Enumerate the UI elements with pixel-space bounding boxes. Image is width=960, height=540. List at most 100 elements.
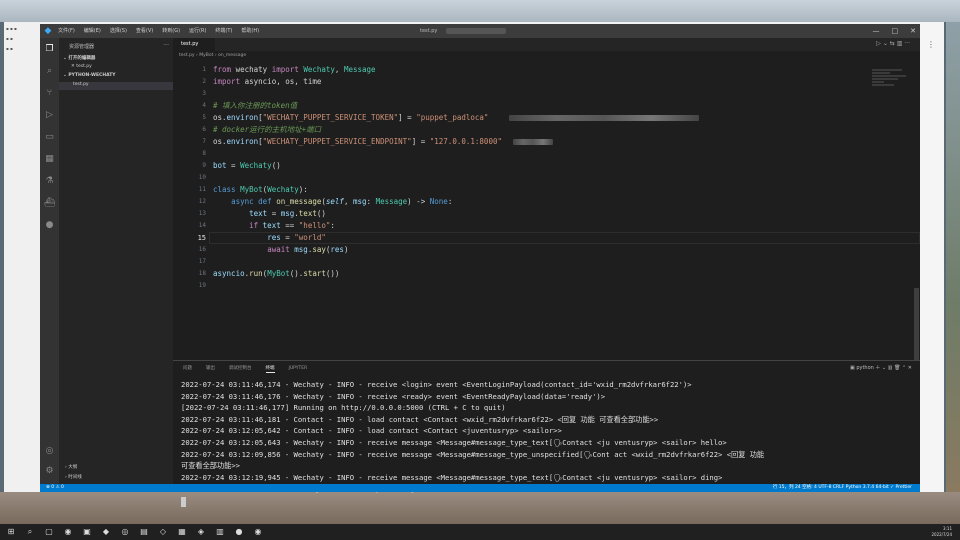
code-line[interactable]: 9 bot = Wechaty() [173,160,920,172]
folder-section[interactable]: ⌄ PYTHON-WECHATY [63,73,116,78]
browser-menu-icon[interactable]: ⋮ [926,40,936,50]
timeline-section[interactable]: › 时间线 [65,474,82,480]
tab-problems[interactable]: 问题 [183,365,192,373]
line-number: 15 [197,234,206,242]
taskbar-clock[interactable]: 3:11 2022/7/24 [931,526,952,538]
line-text: os.environ["WECHATY_PUPPET_SERVICE_ENDPO… [213,137,502,146]
code-line[interactable]: 13 text = msg.text() [173,208,920,220]
taskbar-record-icon[interactable]: ● [234,527,244,537]
terminal-line: 2022-07-24 03:12:19,945 - Wechaty - INFO… [181,472,723,482]
line-text: bot = Wechaty() [213,161,281,170]
terminal-line: 2022-07-24 03:11:46,174 - Wechaty - INFO… [181,380,692,389]
testing-icon[interactable]: ⚗ [44,176,55,187]
code-line[interactable]: 1 from wechaty import Wechaty, Message [173,64,920,76]
taskbar-store-icon[interactable]: ◆ [101,527,111,537]
terminal-line: 2022-07-24 03:12:05,643 - Wechaty - INFO… [181,437,727,447]
taskbar-task-view-icon[interactable]: ▢ [44,527,54,537]
line-number: 11 [198,186,206,193]
code-line[interactable]: 17 [173,256,920,268]
status-problems[interactable]: ⊗ 0 ⚠ 0 [46,484,64,492]
line-number: 9 [202,162,206,169]
terminal-line: 2022-07-24 03:11:46,176 - Wechaty - INFO… [181,391,606,401]
panel-tabs: 问题 输出 调试控制台 终端 JUPYTER [183,365,307,373]
run-debug-icon[interactable]: ▷ [44,110,55,121]
window-title-blurred [446,28,506,34]
code-line[interactable]: 10 [173,172,920,184]
menu-item-terminal[interactable]: 终端(T) [215,27,232,35]
terminal-line: 2022-07-24 03:12:05,642 - Contact - INFO… [181,426,562,436]
docker-icon[interactable]: ⛴ [44,198,55,209]
extension-misc-icon[interactable]: ● [44,220,55,231]
browser-side-item[interactable]: ▪ ▪ [6,36,38,44]
file-item-test-py[interactable]: test.py [59,82,173,90]
tab-test-py[interactable]: test.py [173,38,215,51]
code-line[interactable]: 6 # docker运行的主机地址+端口 [173,124,920,136]
line-number: 2 [202,78,206,85]
gear-icon[interactable]: ⚙ [44,466,55,477]
code-line[interactable]: 16 await msg.say(res) [173,244,920,256]
minimize-button[interactable]: — [873,26,880,36]
taskbar-app-icon[interactable]: ◇ [158,527,168,537]
menu-item-file[interactable]: 文件(F) [58,27,75,35]
open-editor-item[interactable]: ✕ test.py [71,64,92,69]
taskbar-files-icon[interactable]: ▤ [139,527,149,537]
code-line[interactable]: 14 if text == "hello": [173,220,920,232]
taskbar-wechat-icon[interactable]: ◈ [196,527,206,537]
extensions-icon[interactable]: ▦ [44,154,55,165]
tab-output[interactable]: 输出 [206,365,215,373]
open-editors-section[interactable]: ⌄ 打开的编辑器 [63,55,95,61]
code-line[interactable]: 12 async def on_message(self, msg: Messa… [173,196,920,208]
close-button[interactable]: ✕ [910,26,916,36]
taskbar-search-icon[interactable]: ⌕ [25,527,35,537]
code-line[interactable]: 18 asyncio.run(MyBot().start()) [173,268,920,280]
code-line[interactable]: 3 [173,88,920,100]
panel-actions[interactable]: ▣ python ＋ ⌄ ▥ 🗑 ⌃ ✕ [850,364,912,371]
source-control-icon[interactable]: ⑂ [44,88,55,99]
minimap[interactable] [872,68,912,98]
taskbar-vscode-icon[interactable]: ▦ [177,527,187,537]
taskbar-app3-icon[interactable]: ◉ [253,527,263,537]
editor-actions[interactable]: ▷ ⌄ ⇆ ▥ ··· [876,40,910,47]
code-line[interactable]: 2 import asyncio, os, time [173,76,920,88]
search-icon[interactable]: ⌕ [44,66,55,77]
editor-area: test.py ▷ ⌄ ⇆ ▥ ··· test.py › MyBot › on… [173,38,920,507]
menu-item-edit[interactable]: 编辑(E) [84,27,101,35]
code-line[interactable]: 5 os.environ["WECHATY_PUPPET_SERVICE_TOKE… [173,112,920,124]
explorer-icon[interactable]: ❐ [44,44,55,55]
code-line[interactable]: 15 res = "world" [173,232,920,244]
maximize-button[interactable]: □ [892,26,899,36]
line-number: 6 [202,126,206,133]
taskbar-explorer-icon[interactable]: ▣ [82,527,92,537]
account-icon[interactable]: ◎ [44,446,55,457]
code-line[interactable]: 19 [173,280,920,292]
tab-terminal[interactable]: 终端 [265,365,275,373]
browser-side-item[interactable]: ▪ ▪ ▪ [6,26,38,34]
open-editors-label: 打开的编辑器 [68,56,96,61]
breadcrumb[interactable]: test.py › MyBot › on_message [179,53,246,58]
outline-label: 大纲 [68,465,78,470]
explorer-more-icon[interactable]: ··· [163,42,169,49]
code-line[interactable]: 4 # 填入你注册的token值 [173,100,920,112]
menu-item-view[interactable]: 查看(V) [136,27,153,35]
menu-item-help[interactable]: 帮助(H) [241,27,259,35]
taskbar-app2-icon[interactable]: ▥ [215,527,225,537]
code-line[interactable]: 11 class MyBot(Wechaty): [173,184,920,196]
menu-item-run[interactable]: 运行(R) [189,27,206,35]
menu-item-selection[interactable]: 选择(S) [110,27,127,35]
tab-jupyter[interactable]: JUPYTER [289,365,308,373]
terminal-line: 2022-07-24 03:12:09,856 - Wechaty - INFO… [181,449,765,459]
line-number: 7 [202,138,206,145]
terminal-line: [2022-07-24 03:11:46,177] Running on htt… [181,403,506,413]
remote-explorer-icon[interactable]: ▭ [44,132,55,143]
browser-side-item[interactable]: ▪ ▪ [6,46,38,54]
taskbar-edge-icon[interactable]: ◉ [63,527,73,537]
outline-section[interactable]: › 大纲 [65,464,77,470]
menu-item-go[interactable]: 转到(G) [162,27,180,35]
status-info[interactable]: 行 15，列 24 空格: 4 UTF-8 CRLF Python 3.7.4 … [773,484,912,492]
browser-right-bar: ⋮ [920,22,944,492]
taskbar-start-icon[interactable]: ⊞ [6,527,16,537]
taskbar-chrome-icon[interactable]: ◎ [120,527,130,537]
tab-debug-console[interactable]: 调试控制台 [229,365,252,373]
code-line[interactable]: 8 [173,148,920,160]
code-line[interactable]: 7 os.environ["WECHATY_PUPPET_SERVICE_ENDP… [173,136,920,148]
